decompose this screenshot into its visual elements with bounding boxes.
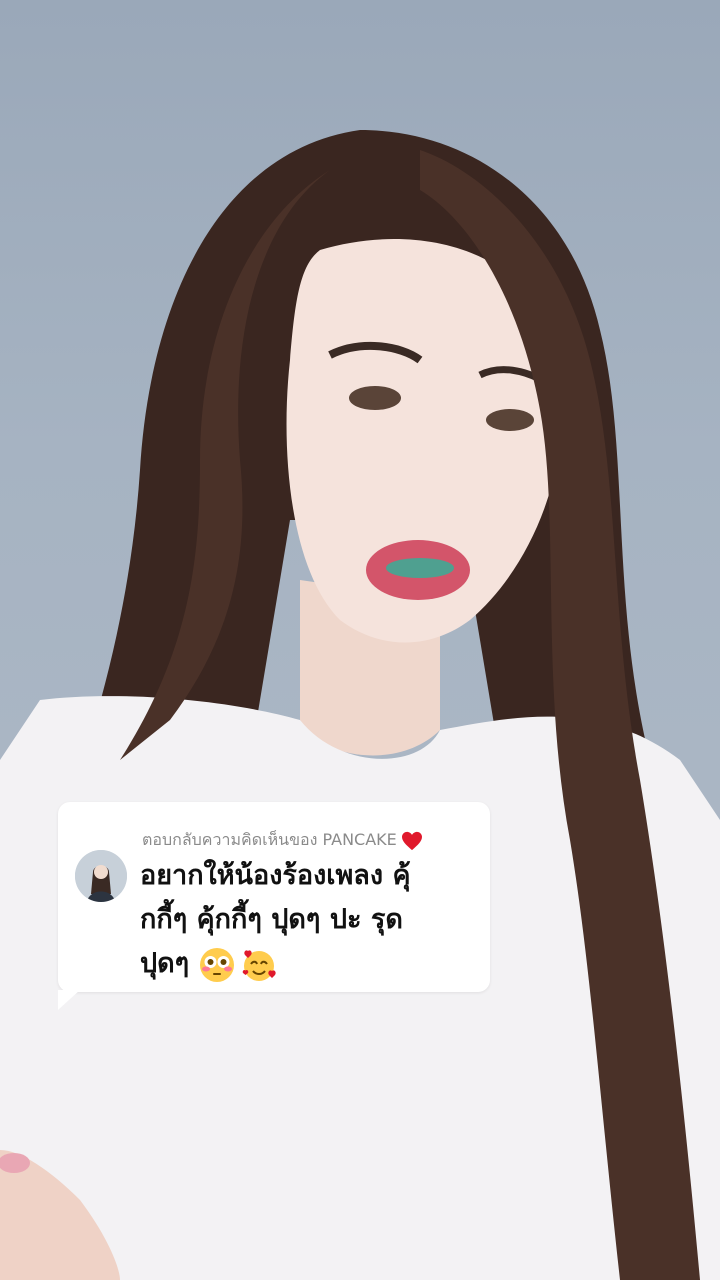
commenter-avatar[interactable]: [75, 850, 127, 902]
reply-comment-card[interactable]: ตอบกลับความคิดเห็นของ PANCAKE อยากให้น้อ…: [58, 802, 490, 1010]
video-frame-image: [0, 130, 720, 1280]
video-player[interactable]: [0, 0, 720, 1280]
red-heart-icon: [401, 831, 422, 850]
emoji-row: [199, 947, 277, 983]
reply-header-text: ตอบกลับความคิดเห็นของ PANCAKE: [142, 830, 397, 849]
smiling-face-with-hearts-icon: [242, 949, 276, 981]
reply-header: ตอบกลับความคิดเห็นของ PANCAKE: [142, 828, 476, 853]
avatar-image: [75, 850, 127, 902]
comment-text: อยากให้น้องร้องเพลง คุ้ กกี้ๆ คุ้กกี้ๆ ป…: [140, 854, 468, 986]
card-tail: [58, 990, 80, 1010]
flushed-face-icon: [199, 947, 234, 982]
